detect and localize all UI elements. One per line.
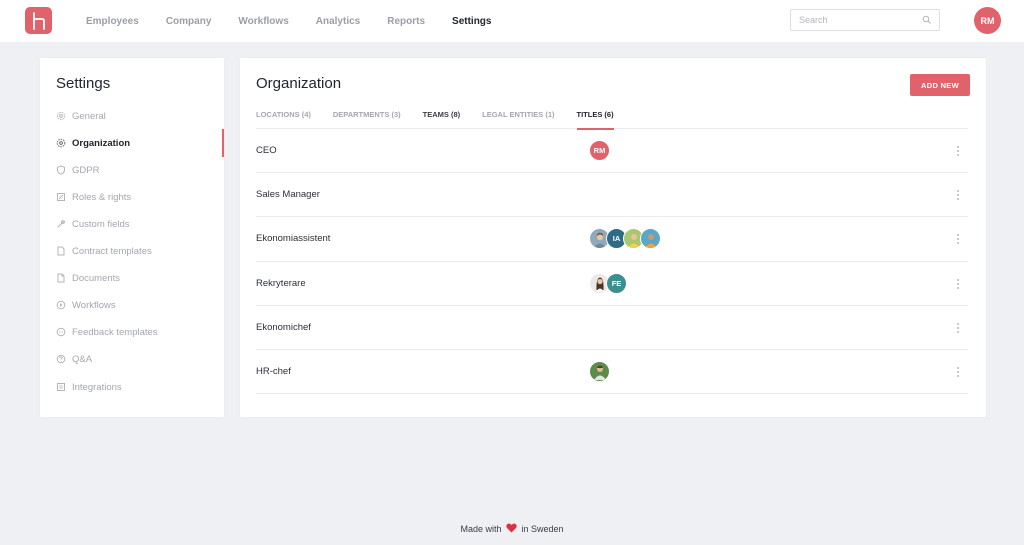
sidebar-item-label: General: [72, 110, 106, 122]
footer-text-after: in Sweden: [521, 524, 564, 534]
footer-text-before: Made with: [460, 524, 502, 534]
question-icon: [56, 354, 66, 364]
tab-teams[interactable]: TEAMS (8): [423, 106, 461, 129]
nav-analytics[interactable]: Analytics: [316, 16, 360, 27]
play-circle-icon: [56, 300, 66, 310]
logo-icon: [32, 11, 45, 30]
avatar-photo[interactable]: [640, 228, 661, 250]
more-options-icon[interactable]: [954, 187, 962, 203]
sidebar-item-organization[interactable]: Organization: [56, 134, 224, 152]
heart-icon: [506, 523, 517, 533]
sidebar-item-label: Contract templates: [72, 245, 152, 257]
tab-locations[interactable]: LOCATIONS (4): [256, 106, 311, 129]
document-icon: [57, 246, 65, 256]
row-avatars: [589, 360, 610, 382]
tab-legal-entities[interactable]: LEGAL ENTITIES (1): [482, 106, 554, 129]
table-row[interactable]: CEO RM: [256, 129, 968, 174]
more-options-icon[interactable]: [954, 320, 962, 336]
wrench-icon: [57, 219, 66, 228]
table-row[interactable]: Rekryterare FE: [256, 262, 968, 306]
sidebar-item-feedback-templates[interactable]: Feedback templates: [56, 323, 224, 341]
sidebar-item-label: Custom fields: [72, 218, 130, 230]
shield-icon: [57, 165, 65, 175]
sidebar-item-general[interactable]: General: [56, 107, 224, 125]
person-photo-icon: [644, 233, 657, 248]
organization-panel: Organization ADD NEW LOCATIONS (4) DEPAR…: [240, 58, 986, 417]
avatar-photo[interactable]: [589, 360, 610, 382]
search-input[interactable]: [791, 10, 911, 30]
file-icon: [57, 273, 65, 283]
main-nav: Employees Company Workflows Analytics Re…: [86, 0, 518, 42]
sidebar-item-label: Roles & rights: [72, 191, 132, 203]
gear-icon: [56, 111, 66, 121]
sidebar-item-label: Workflows: [72, 299, 116, 311]
nav-employees[interactable]: Employees: [86, 16, 139, 27]
sidebar-item-label: Integrations: [72, 381, 122, 393]
list-icon: [57, 383, 65, 391]
roles-icon: [57, 193, 65, 201]
sidebar-item-integrations[interactable]: Integrations: [56, 378, 224, 396]
sidebar-item-contract-templates[interactable]: Contract templates: [56, 242, 224, 260]
sidebar-item-label: GDPR: [72, 164, 100, 176]
sidebar-item-custom-fields[interactable]: Custom fields: [56, 215, 224, 233]
tab-titles[interactable]: TITLES (6): [576, 106, 614, 130]
top-bar: Employees Company Workflows Analytics Re…: [0, 0, 1024, 42]
nav-company[interactable]: Company: [166, 16, 212, 27]
table-row[interactable]: HR-chef: [256, 350, 968, 395]
row-title: Sales Manager: [256, 189, 320, 201]
user-avatar[interactable]: RM: [974, 7, 1001, 34]
row-title: Ekonomichef: [256, 321, 311, 333]
footer: Made with in Sweden: [0, 523, 1024, 534]
table-row[interactable]: Sales Manager: [256, 173, 968, 218]
row-avatars: IA: [589, 228, 661, 250]
sidebar-item-roles[interactable]: Roles & rights: [56, 188, 224, 206]
avatar[interactable]: FE: [606, 272, 627, 294]
row-avatars: FE: [589, 272, 627, 294]
nav-settings[interactable]: Settings: [452, 16, 491, 27]
organization-icon: [56, 138, 66, 148]
tab-departments[interactable]: DEPARTMENTS (3): [333, 106, 401, 129]
row-avatars: RM: [589, 140, 610, 161]
more-options-icon[interactable]: [954, 276, 962, 292]
sidebar-item-documents[interactable]: Documents: [56, 269, 224, 287]
sidebar-item-workflows[interactable]: Workflows: [56, 296, 224, 314]
row-title: CEO: [256, 145, 277, 156]
table-row[interactable]: Ekonomiassistent IA: [256, 217, 968, 262]
titles-list: CEO RM Sales Manager Ekonomiassistent IA: [256, 129, 968, 395]
more-options-icon[interactable]: [954, 143, 962, 159]
row-title: Rekryterare: [256, 277, 306, 289]
row-title: Ekonomiassistent: [256, 233, 331, 245]
more-options-icon[interactable]: [954, 364, 962, 380]
row-title: HR-chef: [256, 365, 291, 377]
sidebar-title: Settings: [56, 75, 111, 92]
nav-reports[interactable]: Reports: [387, 16, 425, 27]
search-box: [790, 9, 940, 31]
sidebar-item-qa[interactable]: Q&A: [56, 350, 224, 368]
sidebar-item-gdpr[interactable]: GDPR: [56, 161, 224, 179]
sidebar-item-label: Feedback templates: [72, 326, 158, 338]
chat-icon: [56, 327, 66, 337]
sidebar-item-label: Q&A: [72, 353, 93, 365]
search-icon[interactable]: [922, 15, 932, 25]
app-logo[interactable]: [25, 7, 52, 34]
active-indicator: [222, 129, 224, 157]
sidebar-item-label: Organization: [72, 137, 131, 149]
sidebar-item-label: Documents: [72, 272, 121, 284]
avatar[interactable]: RM: [589, 140, 610, 161]
more-options-icon[interactable]: [954, 231, 962, 247]
page-title: Organization: [256, 75, 342, 92]
nav-workflows[interactable]: Workflows: [238, 16, 288, 27]
table-row[interactable]: Ekonomichef: [256, 306, 968, 350]
organization-tabs: LOCATIONS (4) DEPARTMENTS (3) TEAMS (8) …: [256, 106, 968, 130]
settings-sidebar: Settings General Organization GDPR Roles…: [40, 58, 224, 417]
add-new-button[interactable]: ADD NEW: [910, 74, 970, 96]
person-photo-icon: [593, 366, 606, 381]
